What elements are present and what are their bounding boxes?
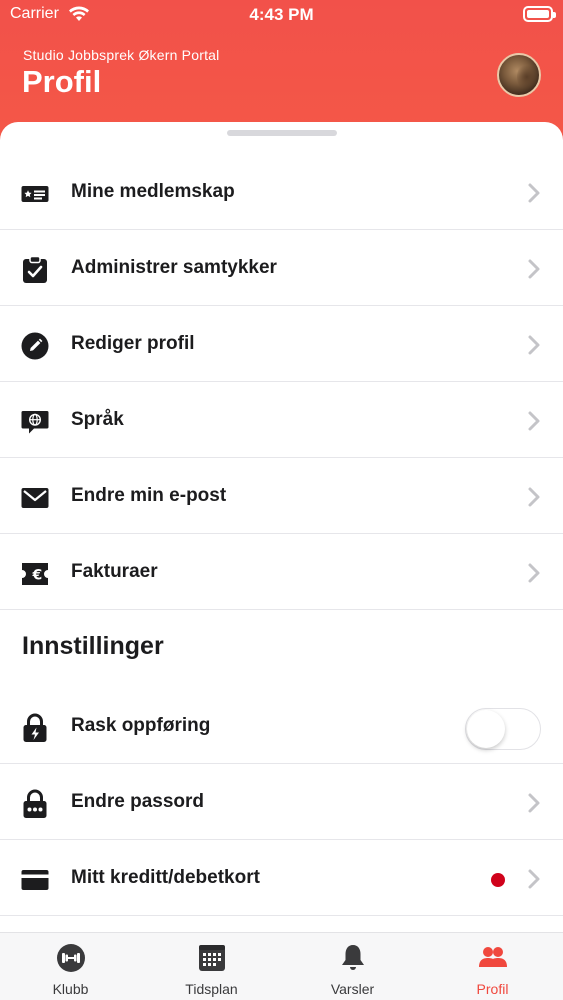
globe-chat-icon [21, 408, 49, 436]
people-icon [478, 943, 508, 973]
menu-item-consents[interactable]: Administrer samtykker [0, 230, 563, 306]
settings-item-label: Endre passord [71, 791, 205, 812]
quick-entry-toggle[interactable] [465, 708, 541, 750]
chevron-right-icon [528, 793, 540, 813]
menu-item-label: Fakturaer [71, 561, 158, 582]
clock-label: 4:43 PM [249, 5, 314, 24]
lock-dots-icon [21, 789, 49, 818]
settings-item-change-password[interactable]: Endre passord [0, 764, 563, 840]
status-badge [491, 873, 505, 887]
chevron-right-icon [528, 487, 540, 507]
tab-label: Tidsplan [185, 981, 238, 997]
tab-notifications[interactable]: Varsler [282, 933, 423, 1000]
menu-item-label: Språk [71, 409, 124, 430]
avatar[interactable] [497, 53, 541, 97]
settings-section-title: Innstillinger [22, 632, 164, 660]
status-bar: Carrier 4:43 PM [0, 0, 563, 30]
tab-profile[interactable]: Profil [422, 933, 563, 1000]
euro-invoice-icon: € [21, 560, 49, 588]
calendar-icon [197, 943, 227, 973]
menu-item-change-email[interactable]: Endre min e-post [0, 458, 563, 534]
settings-item-quick-entry: Rask oppføring [0, 688, 563, 764]
tab-label: Varsler [330, 981, 375, 997]
chevron-right-icon [528, 335, 540, 355]
battery-icon [523, 6, 556, 22]
dumbbell-icon [56, 943, 86, 973]
settings-item-label: Rask oppføring [71, 715, 211, 736]
tab-club[interactable]: Klubb [0, 933, 141, 1000]
credit-card-icon [21, 866, 49, 894]
settings-item-label: Mitt kreditt/debetkort [71, 867, 260, 888]
menu-item-language[interactable]: Språk [0, 382, 563, 458]
portal-subtitle: Studio Jobbsprek Økern Portal [23, 47, 220, 63]
clipboard-check-icon [21, 256, 49, 284]
lock-bolt-icon [21, 713, 49, 742]
pencil-icon [21, 332, 49, 360]
menu-item-invoices[interactable]: € Fakturaer [0, 534, 563, 610]
envelope-icon [21, 484, 49, 512]
menu-item-label: Rediger profil [71, 333, 195, 354]
chevron-right-icon [528, 563, 540, 583]
chevron-right-icon [528, 183, 540, 203]
sheet-grabber[interactable] [227, 130, 337, 136]
page-title: Profil [22, 64, 102, 99]
toggle-knob [467, 710, 505, 748]
menu-item-memberships[interactable]: Mine medlemskap [0, 154, 563, 230]
membership-card-icon [21, 180, 49, 208]
chevron-right-icon [528, 411, 540, 431]
menu-item-edit-profile[interactable]: Rediger profil [0, 306, 563, 382]
menu-item-label: Administrer samtykker [71, 257, 277, 278]
chevron-right-icon [528, 869, 540, 889]
tab-schedule[interactable]: Tidsplan [141, 933, 282, 1000]
menu-item-label: Mine medlemskap [71, 181, 235, 202]
bell-icon [338, 943, 368, 973]
tab-label: Klubb [52, 981, 89, 997]
settings-item-payment-card[interactable]: Mitt kreditt/debetkort [0, 840, 563, 916]
svg-text:€: € [32, 568, 43, 584]
tab-label: Profil [476, 981, 509, 997]
chevron-right-icon [528, 259, 540, 279]
tab-bar: Klubb Tidsplan Varsler Profil [0, 932, 563, 1000]
profile-sheet: Mine medlemskap Administrer samtykker Re… [0, 122, 563, 932]
menu-item-label: Endre min e-post [71, 485, 227, 506]
